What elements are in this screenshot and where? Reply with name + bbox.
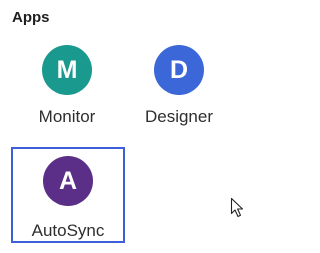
mouse-pointer-icon xyxy=(230,197,244,218)
app-label-autosync: AutoSync xyxy=(31,221,105,240)
monitor-app-icon: M xyxy=(42,45,92,95)
app-tile-monitor[interactable]: M Monitor xyxy=(10,39,124,135)
app-label-designer: Designer xyxy=(144,107,214,126)
designer-app-icon: D xyxy=(154,45,204,95)
app-label-monitor: Monitor xyxy=(38,107,96,126)
autosync-app-icon: A xyxy=(43,156,93,206)
app-tile-designer[interactable]: D Designer xyxy=(122,39,236,135)
app-tile-autosync[interactable]: A AutoSync xyxy=(11,147,125,243)
section-title-apps: Apps xyxy=(12,9,50,26)
